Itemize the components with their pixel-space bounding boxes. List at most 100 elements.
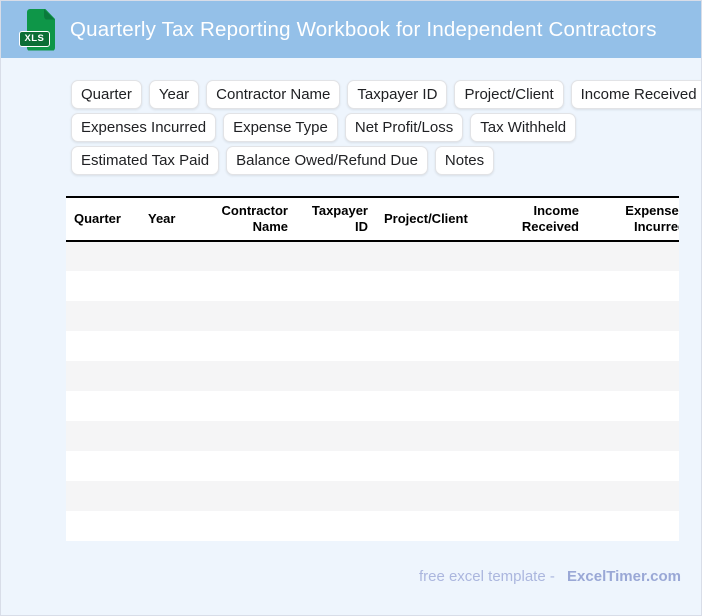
table-cell (66, 391, 140, 421)
table-cell (497, 331, 587, 361)
table-cell (140, 391, 203, 421)
table-cell (203, 241, 296, 271)
field-chip[interactable]: Taxpayer ID (347, 80, 448, 109)
table-cell (140, 421, 203, 451)
table-cell (296, 391, 376, 421)
table-cell (587, 451, 679, 481)
table-cell (66, 451, 140, 481)
table-cell (66, 331, 140, 361)
column-header: Quarter (66, 197, 140, 242)
table-cell (296, 481, 376, 511)
column-header: Year (140, 197, 203, 242)
table-row (66, 421, 679, 451)
table-row (66, 511, 679, 541)
table-cell (376, 421, 497, 451)
table-cell (587, 241, 679, 271)
table-row (66, 451, 679, 481)
column-header: Project/Client (376, 197, 497, 242)
table-cell (497, 481, 587, 511)
chip-row: Estimated Tax Paid Balance Owed/Refund Du… (71, 146, 689, 175)
table-cell (376, 241, 497, 271)
table-cell (497, 451, 587, 481)
field-chip[interactable]: Notes (434, 146, 495, 175)
column-header: Taxpayer ID (296, 197, 376, 242)
table-cell (203, 301, 296, 331)
table-cell (140, 451, 203, 481)
field-chip[interactable]: Income Received (570, 80, 701, 109)
table-cell (203, 271, 296, 301)
table-cell (140, 511, 203, 541)
table-cell (497, 361, 587, 391)
table-cell (66, 361, 140, 391)
footer-label: free excel template - (418, 568, 555, 585)
table-cell (296, 511, 376, 541)
table-cell (66, 241, 140, 271)
field-chip[interactable]: Quarter (71, 80, 142, 109)
table-row (66, 331, 679, 361)
table-row (66, 361, 679, 391)
table-cell (296, 331, 376, 361)
table-cell (497, 421, 587, 451)
table-row (66, 241, 679, 271)
table-cell (66, 511, 140, 541)
table-cell (497, 241, 587, 271)
table-cell (587, 361, 679, 391)
table-cell (203, 511, 296, 541)
table-row (66, 271, 679, 301)
table-cell (203, 451, 296, 481)
field-chip[interactable]: Project/Client (454, 80, 564, 109)
table-cell (66, 481, 140, 511)
table-row (66, 391, 679, 421)
field-chip[interactable]: Expense Type (223, 113, 338, 142)
field-chip[interactable]: Tax Withheld (470, 113, 577, 142)
table-cell (66, 271, 140, 301)
table-header-row: Quarter Year Contractor Name Taxpayer ID Pro… (66, 197, 679, 242)
table-cell (140, 271, 203, 301)
table-cell (66, 421, 140, 451)
table-cell (296, 421, 376, 451)
table-cell (587, 511, 679, 541)
table-cell (140, 481, 203, 511)
table-cell (296, 361, 376, 391)
chip-row: Expenses Incurred Expense Type Net Profit/… (71, 113, 689, 142)
field-chips: Quarter Year Contractor Name Taxpayer ID Pro… (71, 80, 701, 175)
table-body (66, 241, 679, 541)
table-cell (140, 241, 203, 271)
field-chip[interactable]: Year (148, 80, 200, 109)
field-chip[interactable]: Net Profit/Loss (344, 113, 464, 142)
field-chip[interactable]: Contractor Name (206, 80, 341, 109)
field-chip[interactable]: Balance Owed/Refund Due (226, 146, 428, 175)
title-bar: XLS Quarterly Tax Reporting Workbook for… (1, 1, 701, 58)
table-cell (140, 331, 203, 361)
table-cell (587, 481, 679, 511)
xls-file-icon: XLS (17, 7, 57, 53)
table-cell (376, 331, 497, 361)
table-cell (296, 301, 376, 331)
table-row (66, 301, 679, 331)
table-cell (203, 421, 296, 451)
table-cell (203, 481, 296, 511)
table-cell (587, 391, 679, 421)
column-header: Income Received (497, 197, 587, 242)
footer-brand-link[interactable]: ExcelTimer.com (567, 568, 681, 585)
table-cell (296, 451, 376, 481)
field-chip[interactable]: Estimated Tax Paid (71, 146, 220, 175)
table-cell (376, 481, 497, 511)
table-cell (140, 361, 203, 391)
table-cell (587, 421, 679, 451)
table-cell (497, 391, 587, 421)
table-cell (497, 511, 587, 541)
table-cell (376, 271, 497, 301)
table-cell (140, 301, 203, 331)
table-cell (376, 361, 497, 391)
table-cell (296, 271, 376, 301)
table-cell (587, 271, 679, 301)
table-cell (376, 511, 497, 541)
table-cell (587, 301, 679, 331)
worksheet-table: Quarter Year Contractor Name Taxpayer ID Pro… (66, 196, 679, 541)
field-chip[interactable]: Expenses Incurred (71, 113, 217, 142)
table-cell (587, 331, 679, 361)
table-cell (376, 451, 497, 481)
column-header: Expenses Incurred (587, 197, 679, 242)
table-cell (497, 301, 587, 331)
